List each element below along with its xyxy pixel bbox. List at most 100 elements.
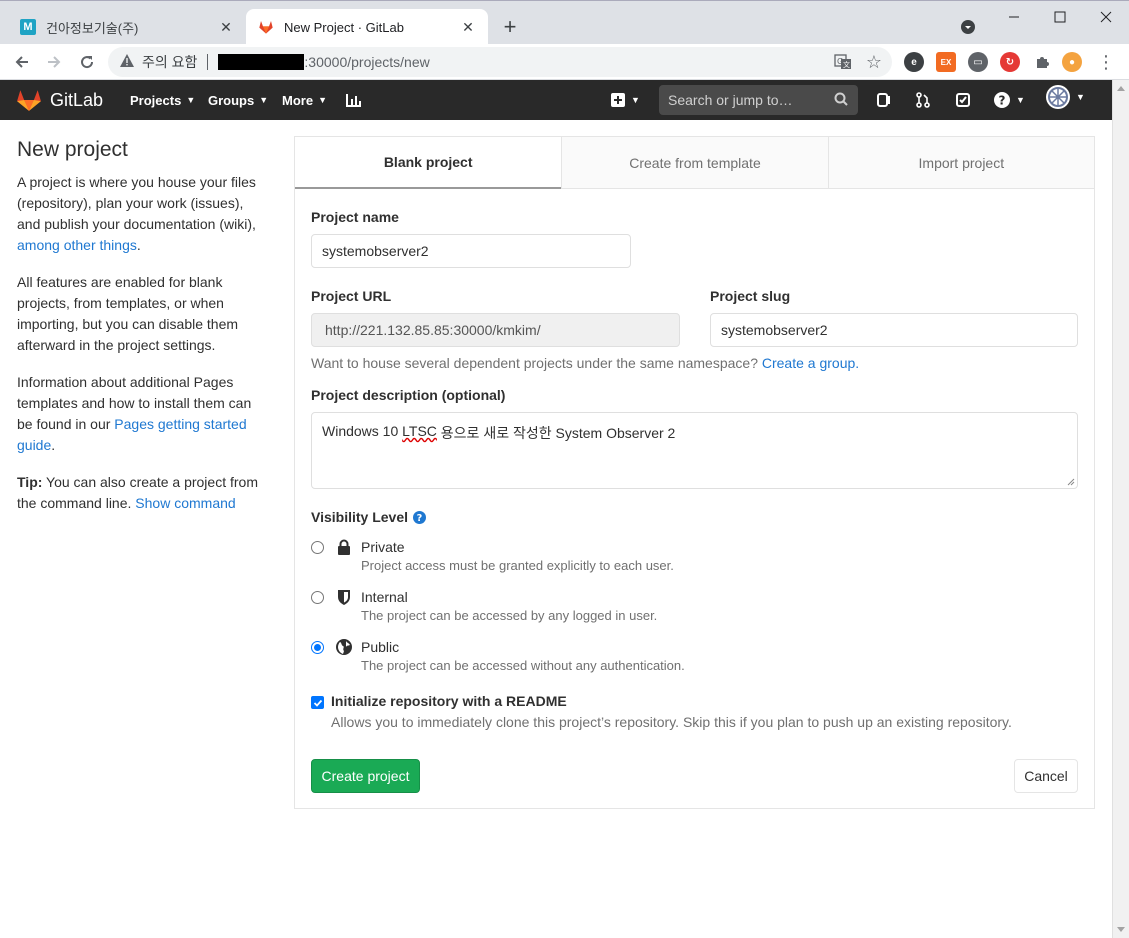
tab-search-icon[interactable]: [956, 17, 980, 37]
checkmark-icon: [313, 699, 322, 707]
create-project-button[interactable]: Create project: [311, 759, 420, 793]
internal-description: The project can be accessed by any logge…: [361, 608, 658, 623]
scroll-down-icon[interactable]: [1117, 927, 1125, 932]
namespace-help: Want to house several dependent projects…: [311, 355, 758, 371]
tab-import-project[interactable]: Import project: [827, 137, 1094, 189]
description-text-post: 용으로 새로 작성한 System Observer 2: [436, 425, 676, 441]
description-text-pre: Windows 10: [322, 423, 403, 439]
redacted-host: [218, 54, 305, 70]
kebab-menu-icon[interactable]: ⋮: [1094, 50, 1118, 74]
groups-menu-label: Groups: [208, 92, 255, 108]
namespace-help-text: Want to house several dependent projects…: [311, 355, 859, 371]
extension-chat-icon[interactable]: ▭: [968, 52, 988, 72]
projects-menu-label: Projects: [130, 92, 182, 108]
projects-menu[interactable]: Projects ▼: [130, 80, 195, 120]
tab-create-from-template[interactable]: Create from template: [561, 137, 828, 189]
close-tab-icon[interactable]: ✕: [460, 19, 476, 35]
extension-e-icon[interactable]: e: [904, 52, 924, 72]
extensions-puzzle-icon[interactable]: [1030, 50, 1054, 74]
gitlab-fox-icon: [258, 19, 274, 35]
readme-description: Allows you to immediately clone this pro…: [331, 714, 1012, 730]
page-scrollbar[interactable]: [1112, 80, 1129, 938]
private-radio[interactable]: [311, 541, 324, 554]
pages-paragraph: Information about additional Pages templ…: [17, 372, 267, 456]
scroll-up-icon[interactable]: [1117, 86, 1125, 91]
close-tab-icon[interactable]: ✕: [218, 19, 234, 35]
chevron-down-icon: ▼: [1016, 95, 1025, 105]
resize-handle-icon[interactable]: [1067, 478, 1075, 486]
new-item-dropdown[interactable]: ▼: [611, 90, 640, 110]
globe-icon: [336, 639, 352, 655]
search-placeholder: Search or jump to…: [668, 92, 793, 108]
profile-avatar-icon[interactable]: ●: [1062, 52, 1082, 72]
chevron-down-icon: ▼: [186, 95, 196, 105]
public-description: The project can be accessed without any …: [361, 658, 685, 673]
bookmark-star-icon[interactable]: ☆: [862, 50, 886, 74]
close-window-icon[interactable]: [1094, 7, 1118, 27]
search-icon: [834, 92, 848, 106]
chevron-down-icon: ▼: [631, 95, 640, 105]
project-name-input[interactable]: systemobserver2: [311, 234, 631, 268]
groups-menu[interactable]: Groups ▼: [208, 80, 268, 120]
project-slug-input[interactable]: systemobserver2: [710, 313, 1078, 347]
project-name-label: Project name: [311, 209, 399, 225]
url-text[interactable]: :30000/projects/new: [304, 54, 429, 70]
tip-paragraph: Tip: You can also create a project from …: [17, 472, 267, 514]
new-project-panel: Blank project Create from template Impor…: [294, 136, 1095, 809]
maximize-icon[interactable]: [1048, 7, 1072, 27]
help-dropdown[interactable]: ? ▼: [994, 90, 1025, 110]
public-label: Public: [361, 639, 400, 655]
translate-icon[interactable]: G文: [831, 50, 855, 74]
extension-red-icon[interactable]: ↻: [1000, 52, 1020, 72]
search-input[interactable]: Search or jump to…: [659, 85, 858, 115]
visibility-level-heading: Visibility Level ?: [311, 509, 427, 525]
chevron-down-icon: ▼: [318, 95, 327, 105]
plus-square-icon: [611, 93, 625, 107]
project-url-field: http://221.132.85.85:30000/kmkim/: [311, 313, 680, 347]
tab-blank-project[interactable]: Blank project: [295, 137, 562, 189]
m-icon: M: [20, 19, 36, 35]
back-icon[interactable]: [10, 50, 34, 74]
more-menu[interactable]: More ▼: [282, 80, 327, 120]
intro-paragraph: A project is where you house your files …: [17, 172, 267, 256]
user-avatar-dropdown[interactable]: ▼: [1046, 85, 1085, 109]
reload-icon[interactable]: [75, 50, 99, 74]
gitlab-logo-icon: [17, 90, 41, 111]
browser-tab-active[interactable]: New Project · GitLab ✕: [246, 9, 488, 45]
extension-ex-icon[interactable]: EX: [936, 52, 956, 72]
browser-tab-inactive[interactable]: M 건아정보기술(주) ✕: [8, 9, 246, 45]
activity-chart-icon[interactable]: [346, 90, 362, 110]
show-command-link[interactable]: Show command: [135, 495, 235, 511]
security-label[interactable]: 주의 요함: [142, 52, 197, 72]
readme-checkbox[interactable]: [311, 696, 324, 709]
description-text-spellcheck: LTSC: [402, 423, 437, 439]
intro-period: .: [136, 237, 141, 253]
pages-period: .: [51, 437, 56, 453]
public-radio[interactable]: [311, 641, 324, 654]
readme-label[interactable]: Initialize repository with a README: [331, 693, 567, 709]
question-circle-icon[interactable]: ?: [413, 510, 427, 524]
internal-radio[interactable]: [311, 591, 324, 604]
minimize-icon[interactable]: [1002, 7, 1026, 27]
chevron-down-icon: ▼: [1076, 92, 1085, 102]
issues-icon[interactable]: [876, 90, 892, 110]
project-type-tabs: Blank project Create from template Impor…: [295, 137, 1094, 189]
project-description-textarea[interactable]: Windows 10 LTSC 용으로 새로 작성한 System Observ…: [311, 412, 1078, 489]
forward-icon[interactable]: [42, 50, 66, 74]
among-other-things-link[interactable]: among other things: [17, 237, 137, 253]
browser-toolbar: 주의 요함 :30000/projects/new G文 ☆ e EX ▭ ↻ …: [0, 44, 1129, 80]
new-tab-icon[interactable]: +: [498, 14, 522, 39]
intro-text: A project is where you house your files …: [17, 174, 256, 232]
create-group-link[interactable]: Create a group.: [762, 355, 859, 371]
private-label: Private: [361, 539, 405, 555]
brand-name: GitLab: [50, 89, 104, 110]
todos-icon[interactable]: [955, 90, 971, 110]
gitlab-home-link[interactable]: GitLab: [16, 88, 103, 112]
cancel-button[interactable]: Cancel: [1014, 759, 1078, 793]
merge-requests-icon[interactable]: [915, 90, 931, 110]
project-description-label: Project description (optional): [311, 387, 506, 403]
new-project-sidebar: New project A project is where you house…: [17, 138, 267, 530]
address-bar[interactable]: 주의 요함 :30000/projects/new: [108, 47, 892, 77]
page-title: New project: [17, 138, 128, 161]
warning-icon[interactable]: [120, 54, 134, 70]
